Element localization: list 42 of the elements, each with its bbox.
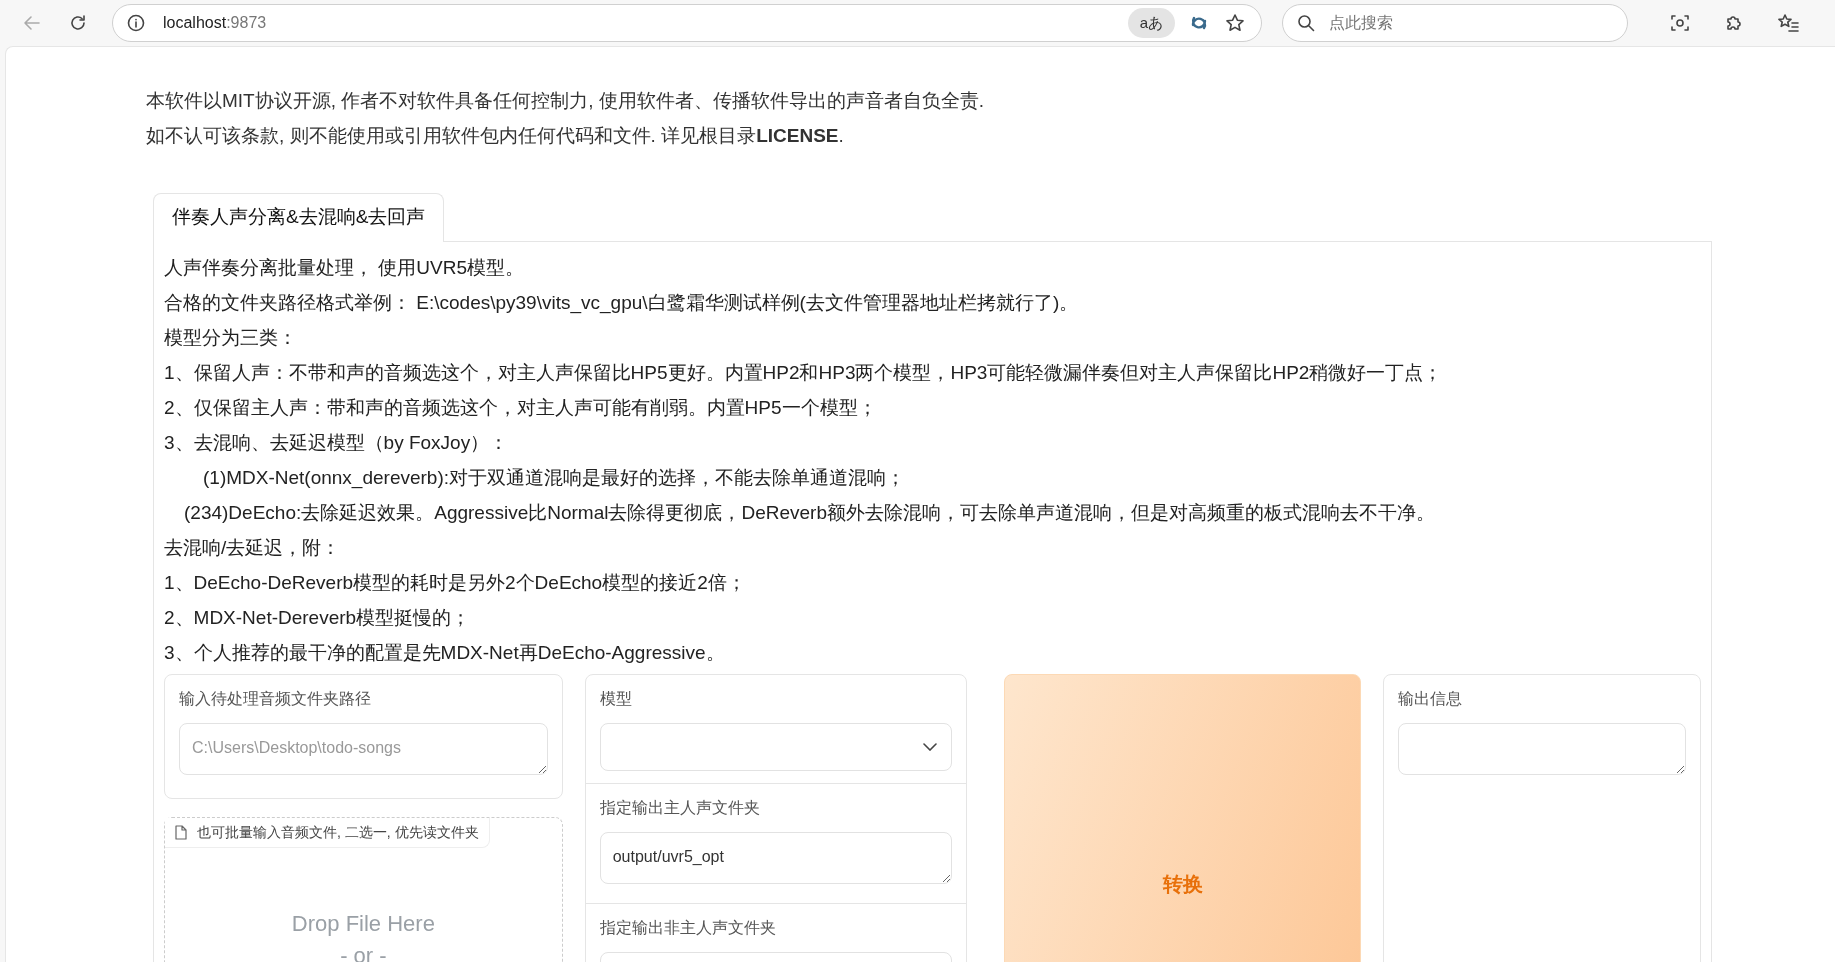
description-text: 模型分为三类： (164, 325, 298, 350)
chevron-down-icon (923, 742, 938, 751)
address-text[interactable]: localhost:9873 (163, 11, 267, 35)
translate-button[interactable]: aあ (1127, 8, 1175, 38)
output-info-field[interactable] (1398, 722, 1686, 775)
back-icon (22, 13, 42, 33)
vocal-folder-field[interactable]: output/uvr5_opt (599, 831, 953, 884)
search-field[interactable]: 点此搜索 (1327, 10, 1607, 36)
screenshot-icon (1670, 13, 1690, 33)
field-label: 输出信息 (1398, 688, 1464, 709)
upload-label-text: 也可批量输入音频文件, 二选一, 优先读文件夹 (197, 822, 479, 842)
field-label: 模型 (599, 688, 633, 709)
tab[interactable]: 伴奏人声分离&去混响&去回声 (153, 193, 445, 242)
field-label: 输入待处理音频文件夹路径 (179, 688, 372, 709)
description-text: (234)DeEcho:去除延迟效果。Aggressive比Normal去除得更彻底，DeReverb额外去除混响，可去除单声道混响，但是对高频重的板式混响去不干净。 (183, 500, 1436, 525)
or-text: - or - (339, 941, 388, 962)
description-text: 3、个人推荐的最干净的配置是先MDX-Net再DeEcho-Aggressive。 (164, 640, 726, 665)
notice-text: 本软件以MIT协议开源, 作者不对软件具备任何控制力, 使用软件者、传播软件导出的声音者自负全责. (146, 89, 986, 113)
reload-icon (68, 13, 88, 33)
description-text: 1、保留人声：不带和声的音频选这个，对主人声保留比HP5更好。内置HP2和HP3两个模型，HP3可能轻微漏伴奏但对主人声保留比HP2稍微好一丁点； (164, 360, 1444, 385)
description-text: 2、仅保留主人声：带和声的音频选这个，对主人声可能有削弱。内置HP5一个模型； (164, 395, 878, 420)
address-bar[interactable]: localhost:9873 aあ (112, 4, 1262, 42)
star-icon (1225, 13, 1245, 33)
search-icon (1297, 14, 1315, 32)
star-list-icon (1777, 13, 1799, 33)
description-text: 去混响/去延迟，附： (164, 535, 342, 560)
file-drop-zone[interactable]: 也可批量输入音频文件, 二选一, 优先读文件夹 Drop File Here - or - (164, 816, 563, 962)
description-text: 3、去混响、去延迟模型（by FoxJoy）： (164, 430, 510, 455)
field-label: 指定输出主人声文件夹 (599, 797, 761, 818)
description-text: 合格的文件夹路径格式举例： E:\codes\py39\vits_vc_gpu\白鹭霜华测试样例(去文件管理器地址栏拷就行了)。 (164, 290, 1080, 316)
drop-hint: Drop File Here (290, 909, 436, 938)
description-text: 1、DeEcho-DeReverb模型的耗时是另外2个DeEcho模型的接近2倍； (164, 570, 747, 595)
folder-path-field[interactable]: C:\Users\Desktop\todo-songs (179, 722, 548, 775)
search-bar[interactable]: 点此搜索 (1282, 4, 1628, 42)
notice-text: 如不认可该条款, 则不能使用或引用软件包内任何代码和文件. 详见根目录LICENSE. (146, 124, 845, 148)
description-text: (1)MDX-Net(onnx_dereverb):对于双通道混响是最好的选择，不能去除单通道混响； (202, 465, 907, 491)
file-icon (175, 824, 187, 840)
info-icon (127, 14, 145, 32)
description-text: 2、MDX-Net-Dereverb模型挺慢的； (164, 605, 472, 630)
description-text: 人声伴奏分离批量处理， 使用UVR5模型。 (164, 255, 525, 280)
puzzle-icon (1724, 13, 1744, 33)
field-label: 指定输出非主人声文件夹 (599, 917, 777, 938)
